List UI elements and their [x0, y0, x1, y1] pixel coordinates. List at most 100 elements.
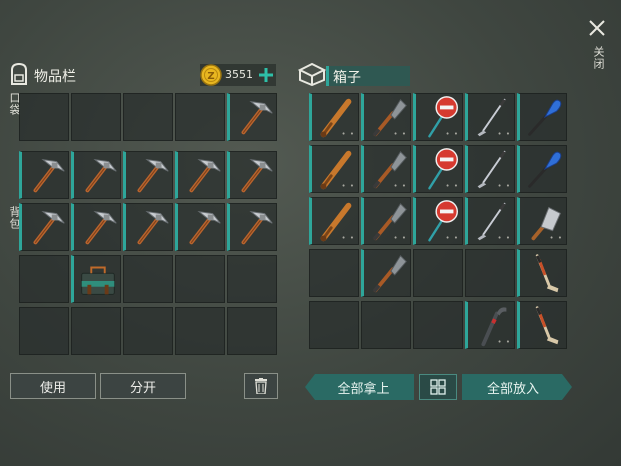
trash-button[interactable]	[244, 373, 278, 399]
sort-button[interactable]	[419, 374, 457, 400]
inventory-grid	[19, 93, 281, 359]
pickaxe-icon	[33, 157, 67, 193]
durability-dots: • •	[549, 234, 563, 242]
box-slot-2-2[interactable]: • •	[361, 145, 411, 193]
box-slot-5-3[interactable]	[413, 301, 463, 349]
coin-icon: Z	[200, 64, 222, 86]
box-slot-3-3[interactable]: • •	[413, 197, 463, 245]
inventory-slot-4-3[interactable]	[123, 255, 173, 303]
inventory-slot-2-2[interactable]	[71, 151, 121, 199]
inventory-slot-1-2[interactable]	[71, 93, 121, 141]
put-all-button[interactable]: 全部放入	[462, 374, 572, 400]
coin-counter: Z 3551	[200, 64, 276, 86]
durability-dots: • •	[497, 338, 511, 346]
box-slot-1-4[interactable]: • •	[465, 93, 515, 141]
box-slot-4-4[interactable]	[465, 249, 515, 297]
close-icon	[589, 20, 605, 36]
inventory-slot-1-3[interactable]	[123, 93, 173, 141]
pickaxe-icon	[241, 157, 275, 193]
inventory-slot-3-4[interactable]	[175, 203, 225, 251]
durability-dots: • •	[341, 182, 355, 190]
pickaxe-icon	[85, 157, 119, 193]
inventory-slot-1-1[interactable]	[19, 93, 69, 141]
durability-dots: • •	[445, 182, 459, 190]
inventory-slot-3-2[interactable]	[71, 203, 121, 251]
inventory-slot-5-4[interactable]	[175, 307, 225, 355]
box-slot-5-4[interactable]: • •	[465, 301, 515, 349]
box-slot-5-2[interactable]	[361, 301, 411, 349]
durability-dots: • •	[445, 130, 459, 138]
pickaxe-icon	[137, 209, 171, 245]
pickaxe-icon	[137, 157, 171, 193]
box-slot-1-2[interactable]: • •	[361, 93, 411, 141]
pickaxe-icon	[241, 99, 275, 135]
box-slot-4-1[interactable]	[309, 249, 359, 297]
trash-icon	[255, 378, 267, 394]
inventory-slot-4-2[interactable]	[71, 255, 121, 303]
box-slot-1-5[interactable]	[517, 93, 567, 141]
durability-dots: • •	[393, 234, 407, 242]
pickaxe-icon	[189, 209, 223, 245]
box-title: 箱子	[333, 70, 361, 86]
box-slot-5-5[interactable]	[517, 301, 567, 349]
box-slot-4-5[interactable]	[517, 249, 567, 297]
inventory-slot-2-5[interactable]	[227, 151, 277, 199]
paddle-icon	[528, 150, 563, 188]
inventory-slot-4-1[interactable]	[19, 255, 69, 303]
box-slot-3-4[interactable]: • •	[465, 197, 515, 245]
box-slot-2-1[interactable]: • •	[309, 145, 359, 193]
inventory-slot-5-1[interactable]	[19, 307, 69, 355]
add-coins-icon[interactable]	[259, 68, 273, 82]
svg-text:Z: Z	[207, 71, 214, 82]
hockey-stick-icon	[535, 306, 560, 346]
box-slot-1-3[interactable]: • •	[413, 93, 463, 141]
inventory-title: 物品栏	[34, 69, 76, 85]
box-slot-3-5[interactable]: • •	[517, 197, 567, 245]
sort-grid-icon	[430, 379, 446, 395]
box-title-field[interactable]: 箱子	[326, 66, 410, 86]
inventory-slot-2-3[interactable]	[123, 151, 173, 199]
backpack-icon	[11, 62, 27, 85]
take-all-button[interactable]: 全部拿上	[305, 374, 414, 400]
inventory-slot-5-5[interactable]	[227, 307, 277, 355]
durability-dots: • •	[497, 130, 511, 138]
inventory-slot-3-3[interactable]	[123, 203, 173, 251]
inventory-slot-4-5[interactable]	[227, 255, 277, 303]
box-slot-2-3[interactable]: • •	[413, 145, 463, 193]
inventory-slot-2-1[interactable]	[19, 151, 69, 199]
toolbox-icon	[80, 266, 116, 296]
box-slot-3-2[interactable]: • •	[361, 197, 411, 245]
use-button[interactable]: 使用	[10, 373, 96, 399]
inventory-slot-5-3[interactable]	[123, 307, 173, 355]
inventory-slot-1-4[interactable]	[175, 93, 225, 141]
inventory-slot-3-1[interactable]	[19, 203, 69, 251]
shovel-icon	[370, 253, 409, 295]
box-slot-4-2[interactable]	[361, 249, 411, 297]
durability-dots: • •	[393, 182, 407, 190]
split-label: 分开	[129, 380, 156, 396]
close-button[interactable]: 关闭	[585, 16, 609, 80]
hockey-stick-icon	[535, 254, 560, 294]
box-slot-5-1[interactable]	[309, 301, 359, 349]
inventory-slot-2-4[interactable]	[175, 151, 225, 199]
put-all-label: 全部放入	[486, 381, 539, 397]
inventory-slot-4-4[interactable]	[175, 255, 225, 303]
pickaxe-icon	[241, 209, 275, 245]
paddle-icon	[528, 98, 563, 136]
box-slot-2-4[interactable]: • •	[465, 145, 515, 193]
inventory-slot-3-5[interactable]	[227, 203, 277, 251]
inventory-slot-1-5[interactable]	[227, 93, 277, 141]
box-slot-4-3[interactable]	[413, 249, 463, 297]
inventory-slot-5-2[interactable]	[71, 307, 121, 355]
box-slot-2-5[interactable]	[517, 145, 567, 193]
durability-dots: • •	[445, 234, 459, 242]
use-label: 使用	[39, 380, 66, 396]
box-slot-1-1[interactable]: • •	[309, 93, 359, 141]
box-slot-3-1[interactable]: • •	[309, 197, 359, 245]
durability-dots: • •	[341, 130, 355, 138]
split-button[interactable]: 分开	[100, 373, 186, 399]
pickaxe-icon	[189, 157, 223, 193]
durability-dots: • •	[393, 130, 407, 138]
durability-dots: • •	[497, 182, 511, 190]
pickaxe-icon	[85, 209, 119, 245]
